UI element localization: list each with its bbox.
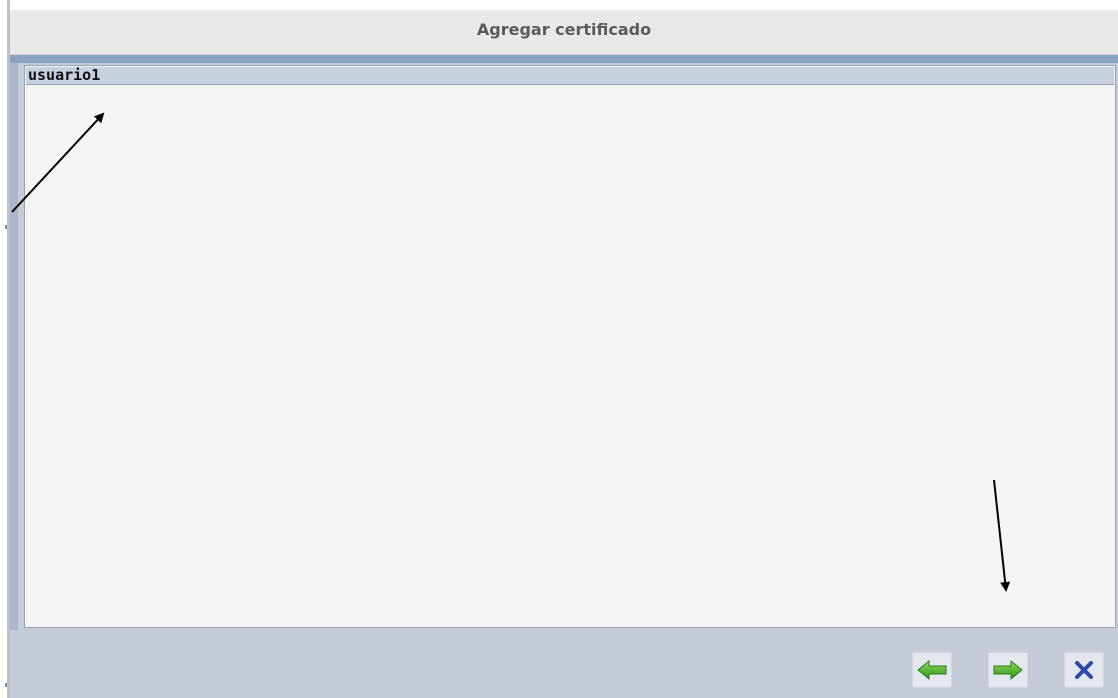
title-bar[interactable]: Agregar certificado	[10, 10, 1118, 55]
header-band	[10, 55, 1118, 63]
back-button[interactable]	[912, 652, 952, 688]
dialog-window: Agregar certificado usuario1	[10, 10, 1118, 698]
certificate-list[interactable]: usuario1	[24, 65, 1116, 628]
arrow-left-icon	[916, 659, 948, 681]
edge-tick	[5, 683, 7, 687]
list-item[interactable]: usuario1	[26, 67, 1114, 85]
next-button[interactable]	[988, 652, 1028, 688]
window-title: Agregar certificado	[476, 20, 652, 39]
close-icon	[1074, 661, 1094, 679]
list-item-label: usuario1	[28, 66, 101, 84]
button-bar	[10, 630, 1118, 698]
edge-tick	[5, 225, 7, 229]
arrow-right-icon	[992, 659, 1024, 681]
side-bar	[10, 63, 18, 637]
left-window-edge	[0, 0, 10, 698]
close-button[interactable]	[1064, 652, 1104, 688]
